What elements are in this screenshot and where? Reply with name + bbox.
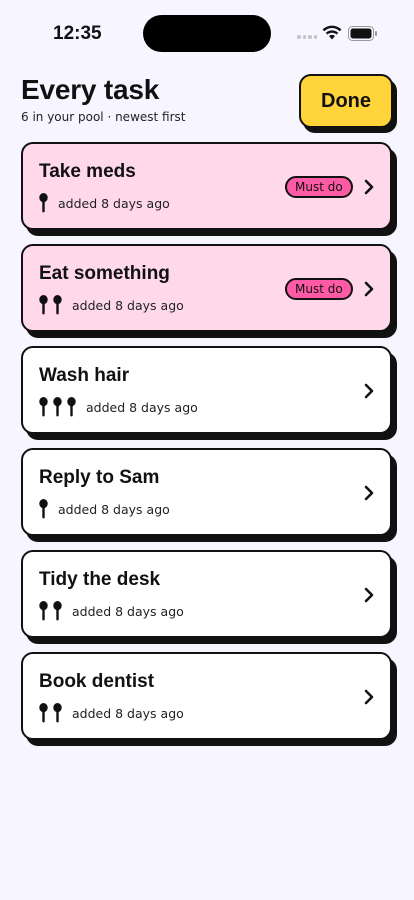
chevron-right-icon: [363, 281, 375, 297]
spoon-count: [39, 601, 62, 621]
wifi-icon: [322, 25, 342, 40]
spoon-icon: [39, 193, 48, 213]
task-meta: added 8 days ago: [39, 703, 184, 723]
task-card[interactable]: Eat something added 8 days ago Must do: [21, 244, 392, 332]
task-age: added 8 days ago: [58, 501, 170, 517]
spoon-icon: [67, 397, 76, 417]
task-age: added 8 days ago: [72, 603, 184, 619]
dynamic-island: [143, 15, 271, 52]
task-card[interactable]: Wash hair added 8 days ago: [21, 346, 392, 434]
spoon-icon: [39, 397, 48, 417]
task-title: Take meds: [39, 161, 136, 182]
chevron-right-icon: [363, 587, 375, 603]
spoon-count: [39, 703, 62, 723]
spoon-count: [39, 295, 62, 315]
spoon-icon: [39, 499, 48, 519]
task-meta: added 8 days ago: [39, 397, 198, 417]
every-task-screen: 12:35 Every task 6 in your pool · newest…: [0, 0, 414, 900]
chevron-right-icon: [363, 485, 375, 501]
spoon-icon: [53, 601, 62, 621]
task-title: Reply to Sam: [39, 467, 160, 488]
task-card[interactable]: Reply to Sam added 8 days ago: [21, 448, 392, 536]
chevron-right-icon: [363, 689, 375, 705]
task-meta: added 8 days ago: [39, 601, 184, 621]
task-title: Book dentist: [39, 671, 155, 692]
task-age: added 8 days ago: [72, 705, 184, 721]
must-do-badge: Must do: [285, 176, 353, 198]
task-title: Wash hair: [39, 365, 130, 386]
spoon-icon: [39, 601, 48, 621]
status-bar: 12:35: [0, 0, 414, 66]
task-title: Eat something: [39, 263, 170, 284]
spoon-count: [39, 499, 48, 519]
task-meta: added 8 days ago: [39, 499, 170, 519]
task-age: added 8 days ago: [72, 297, 184, 313]
task-card[interactable]: Tidy the desk added 8 days ago: [21, 550, 392, 638]
spoon-icon: [53, 295, 62, 315]
cellular-signal-icon: [297, 35, 317, 39]
must-do-badge: Must do: [285, 278, 353, 300]
task-card[interactable]: Book dentist added 8 days ago: [21, 652, 392, 740]
battery-icon: [348, 26, 377, 41]
task-card[interactable]: Take meds added 8 days ago Must do: [21, 142, 392, 230]
page-subtitle: 6 in your pool · newest first: [21, 110, 186, 124]
task-title: Tidy the desk: [39, 569, 161, 590]
task-age: added 8 days ago: [86, 399, 198, 415]
spoon-icon: [53, 703, 62, 723]
chevron-right-icon: [363, 179, 375, 195]
spoon-count: [39, 193, 48, 213]
chevron-right-icon: [363, 383, 375, 399]
page-title: Every task: [21, 74, 160, 105]
spoon-icon: [39, 295, 48, 315]
spoon-icon: [39, 703, 48, 723]
status-time: 12:35: [53, 23, 102, 44]
done-button[interactable]: Done: [299, 74, 393, 128]
task-meta: added 8 days ago: [39, 295, 184, 315]
spoon-icon: [53, 397, 62, 417]
task-age: added 8 days ago: [58, 195, 170, 211]
task-meta: added 8 days ago: [39, 193, 170, 213]
spoon-count: [39, 397, 76, 417]
